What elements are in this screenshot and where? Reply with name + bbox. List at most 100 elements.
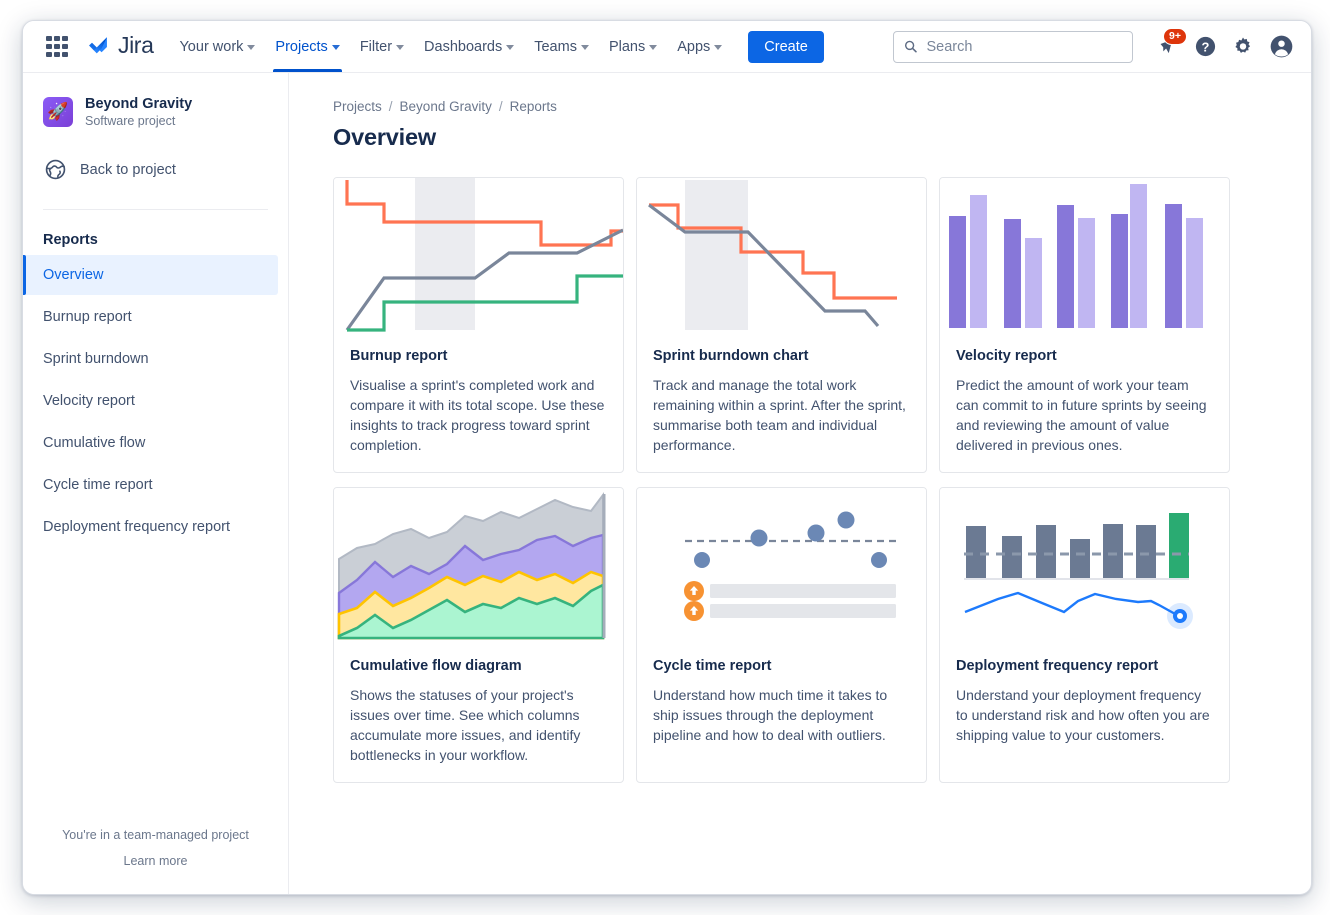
report-card-velocity[interactable]: Velocity report Predict the amount of wo… (939, 177, 1230, 473)
sidebar-item-label: Burnup report (43, 309, 132, 325)
sidebar-item-deployment-frequency-report[interactable]: Deployment frequency report (23, 507, 278, 547)
report-card-cumulative-flow[interactable]: Cumulative flow diagram Shows the status… (333, 487, 624, 783)
sidebar-item-label: Cumulative flow (43, 435, 145, 451)
sprint-highlight-band (685, 180, 748, 330)
sidebar-item-velocity-report[interactable]: Velocity report (23, 381, 278, 421)
app-switcher-icon[interactable] (43, 33, 71, 61)
account-avatar-button[interactable] (1265, 31, 1297, 63)
card-body: Cumulative flow diagram Shows the status… (334, 644, 623, 781)
nav-label: Filter (360, 39, 392, 55)
settings-button[interactable] (1227, 31, 1259, 63)
nav-item-your-work[interactable]: Your work (169, 21, 265, 72)
project-type: Software project (85, 114, 192, 128)
nav-label: Your work (179, 39, 243, 55)
project-sidebar: 🚀 Beyond Gravity Software project Back t… (23, 73, 289, 894)
velocity-bar-commitment (949, 216, 966, 328)
trend-endpoint-center (1177, 613, 1183, 619)
notifications-button[interactable]: 9+ (1151, 31, 1183, 63)
nav-item-dashboards[interactable]: Dashboards (414, 21, 524, 72)
breadcrumb-projects[interactable]: Projects (333, 99, 382, 114)
velocity-bar-commitment (1057, 205, 1074, 328)
sidebar-item-burnup-report[interactable]: Burnup report (23, 297, 278, 337)
nav-label: Teams (534, 39, 577, 55)
help-button[interactable]: ? (1189, 31, 1221, 63)
report-card-cycle-time[interactable]: Cycle time report Understand how much ti… (636, 487, 927, 783)
sidebar-footer: You're in a team-managed project Learn m… (23, 828, 288, 894)
reports-card-grid: Burnup report Visualise a sprint's compl… (333, 177, 1271, 783)
globe-icon (45, 159, 66, 180)
card-description: Track and manage the total work remainin… (653, 375, 910, 455)
svg-text:?: ? (1201, 39, 1209, 54)
page-body: 🚀 Beyond Gravity Software project Back t… (23, 73, 1311, 894)
page-title: Overview (333, 124, 1271, 151)
breadcrumb-separator: / (389, 99, 393, 114)
issue-bar-placeholder (710, 584, 896, 598)
nav-item-plans[interactable]: Plans (599, 21, 667, 72)
sidebar-item-sprint-burndown[interactable]: Sprint burndown (23, 339, 278, 379)
velocity-bar-completed (1025, 238, 1042, 328)
breadcrumb-reports[interactable]: Reports (510, 99, 557, 114)
chevron-down-icon (332, 45, 340, 50)
card-description: Shows the statuses of your project's iss… (350, 685, 607, 765)
scope-line (347, 180, 623, 245)
sidebar-item-label: Deployment frequency report (43, 519, 230, 535)
team-managed-note: You're in a team-managed project (23, 828, 288, 842)
sidebar-section-reports: Reports (23, 210, 288, 254)
burnup-chart-svg (334, 178, 623, 334)
sidebar-item-cumulative-flow[interactable]: Cumulative flow (23, 423, 278, 463)
card-body: Velocity report Predict the amount of wo… (940, 334, 1229, 471)
search-input[interactable] (926, 39, 1122, 55)
nav-item-apps[interactable]: Apps (667, 21, 732, 72)
search-box[interactable] (893, 31, 1133, 63)
velocity-bar-completed (970, 195, 987, 328)
report-card-deployment-frequency[interactable]: Deployment frequency report Understand y… (939, 487, 1230, 783)
chevron-down-icon (506, 45, 514, 50)
jira-logo[interactable]: Jira (85, 34, 153, 60)
sidebar-item-cycle-time-report[interactable]: Cycle time report (23, 465, 278, 505)
card-title: Cycle time report (653, 658, 910, 674)
top-navigation-bar: Jira Your work Projects Filter Dashboard… (23, 21, 1311, 73)
browser-window: Jira Your work Projects Filter Dashboard… (22, 20, 1312, 895)
deployment-bar (1103, 524, 1123, 578)
deployment-bar (1136, 525, 1156, 578)
cumulative-flow-area-chart-thumbnail (334, 488, 623, 644)
main-content: Projects / Beyond Gravity / Reports Over… (289, 73, 1311, 894)
cycle-time-svg (637, 488, 926, 644)
report-card-sprint-burndown[interactable]: Sprint burndown chart Track and manage t… (636, 177, 927, 473)
back-to-project-link[interactable]: Back to project (23, 150, 288, 189)
sidebar-item-overview[interactable]: Overview (23, 255, 278, 295)
deployment-bar (1036, 525, 1056, 578)
nav-label: Plans (609, 39, 645, 55)
card-description: Understand how much time it takes to shi… (653, 685, 910, 745)
scatter-point (871, 552, 887, 568)
nav-item-projects[interactable]: Projects (265, 21, 349, 72)
report-card-burnup[interactable]: Burnup report Visualise a sprint's compl… (333, 177, 624, 473)
nav-item-filter[interactable]: Filter (350, 21, 414, 72)
breadcrumb-beyond-gravity[interactable]: Beyond Gravity (400, 99, 492, 114)
scatter-point (808, 525, 825, 542)
learn-more-link[interactable]: Learn more (23, 854, 288, 868)
deployment-bar (1070, 539, 1090, 578)
top-nav-right-actions: 9+ ? (893, 31, 1297, 63)
card-description: Understand your deployment frequency to … (956, 685, 1213, 745)
project-header[interactable]: 🚀 Beyond Gravity Software project (23, 87, 288, 132)
velocity-bar-commitment (1004, 219, 1021, 328)
velocity-chart-svg (940, 178, 1229, 334)
nav-label: Dashboards (424, 39, 502, 55)
search-icon (904, 39, 917, 54)
burndown-chart-svg (637, 178, 926, 334)
project-name: Beyond Gravity (85, 95, 192, 113)
card-title: Deployment frequency report (956, 658, 1213, 674)
gear-icon (1232, 36, 1254, 58)
completed-line (347, 276, 623, 330)
issue-bar-placeholder (710, 604, 896, 618)
create-button[interactable]: Create (748, 31, 824, 63)
chevron-down-icon (396, 45, 404, 50)
chevron-down-icon (714, 45, 722, 50)
breadcrumb: Projects / Beyond Gravity / Reports (333, 99, 1271, 114)
nav-item-teams[interactable]: Teams (524, 21, 599, 72)
deployment-frequency-thumbnail (940, 488, 1229, 644)
scatter-point (838, 512, 855, 529)
deployment-bar-current (1169, 513, 1189, 578)
velocity-bar-commitment (1111, 214, 1128, 328)
